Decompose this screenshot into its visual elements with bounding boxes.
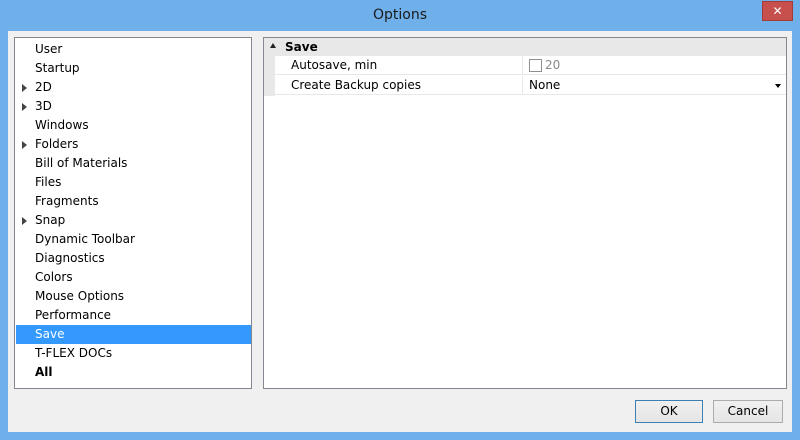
tree-item-tflex-docs[interactable]: T-FLEX DOCs: [16, 344, 251, 363]
options-dialog: Options ✕ User Startup 2D 3D Windows Fol…: [0, 0, 800, 440]
close-icon: ✕: [772, 4, 783, 18]
cancel-button[interactable]: Cancel: [713, 400, 783, 423]
autosave-value-cell[interactable]: 20: [523, 56, 786, 75]
expand-arrow-icon[interactable]: [22, 103, 27, 111]
title-bar[interactable]: Options ✕: [0, 0, 800, 31]
row-gutter: [264, 76, 275, 96]
tree-item-colors[interactable]: Colors: [16, 268, 251, 287]
dialog-body: User Startup 2D 3D Windows Folders Bill …: [8, 31, 792, 432]
tree-item-mouse-options[interactable]: Mouse Options: [16, 287, 251, 306]
tree-item-3d[interactable]: 3D: [16, 97, 251, 116]
tree-item-diagnostics[interactable]: Diagnostics: [16, 249, 251, 268]
property-grid: Save Autosave, min 20 Create Backup copi…: [263, 37, 787, 389]
tree-item-all[interactable]: All: [16, 363, 251, 382]
property-row-autosave: Autosave, min 20: [264, 56, 786, 76]
tree-item-snap[interactable]: Snap: [16, 211, 251, 230]
autosave-minutes-value: 20: [545, 58, 561, 72]
window-title: Options: [372, 7, 428, 23]
tree-item-startup[interactable]: Startup: [16, 59, 251, 78]
tree-item-2d[interactable]: 2D: [16, 78, 251, 97]
ok-button[interactable]: OK: [635, 400, 703, 423]
tree-item-user[interactable]: User: [16, 40, 251, 59]
tree-item-dynamic-toolbar[interactable]: Dynamic Toolbar: [16, 230, 251, 249]
backup-copies-dropdown[interactable]: None: [523, 76, 786, 95]
expand-arrow-icon[interactable]: [22, 217, 27, 225]
tree-item-fragments[interactable]: Fragments: [16, 192, 251, 211]
category-header-save[interactable]: Save: [264, 38, 786, 56]
collapse-arrow-icon[interactable]: [270, 43, 276, 48]
tree-item-performance[interactable]: Performance: [16, 306, 251, 325]
options-tree[interactable]: User Startup 2D 3D Windows Folders Bill …: [14, 37, 252, 389]
property-name[interactable]: Create Backup copies: [275, 76, 523, 95]
property-name[interactable]: Autosave, min: [275, 56, 523, 75]
tree-item-windows[interactable]: Windows: [16, 116, 251, 135]
tree-item-files[interactable]: Files: [16, 173, 251, 192]
backup-copies-value: None: [529, 78, 561, 92]
autosave-checkbox[interactable]: [529, 59, 542, 72]
expand-arrow-icon[interactable]: [22, 141, 27, 149]
tree-item-bill-of-materials[interactable]: Bill of Materials: [16, 154, 251, 173]
tree-item-folders[interactable]: Folders: [16, 135, 251, 154]
dropdown-arrow-icon[interactable]: [775, 84, 781, 88]
close-button[interactable]: ✕: [762, 1, 793, 21]
row-gutter: [264, 56, 275, 76]
tree-item-save[interactable]: Save: [16, 325, 251, 344]
expand-arrow-icon[interactable]: [22, 84, 27, 92]
property-row-backup: Create Backup copies None: [264, 76, 786, 96]
